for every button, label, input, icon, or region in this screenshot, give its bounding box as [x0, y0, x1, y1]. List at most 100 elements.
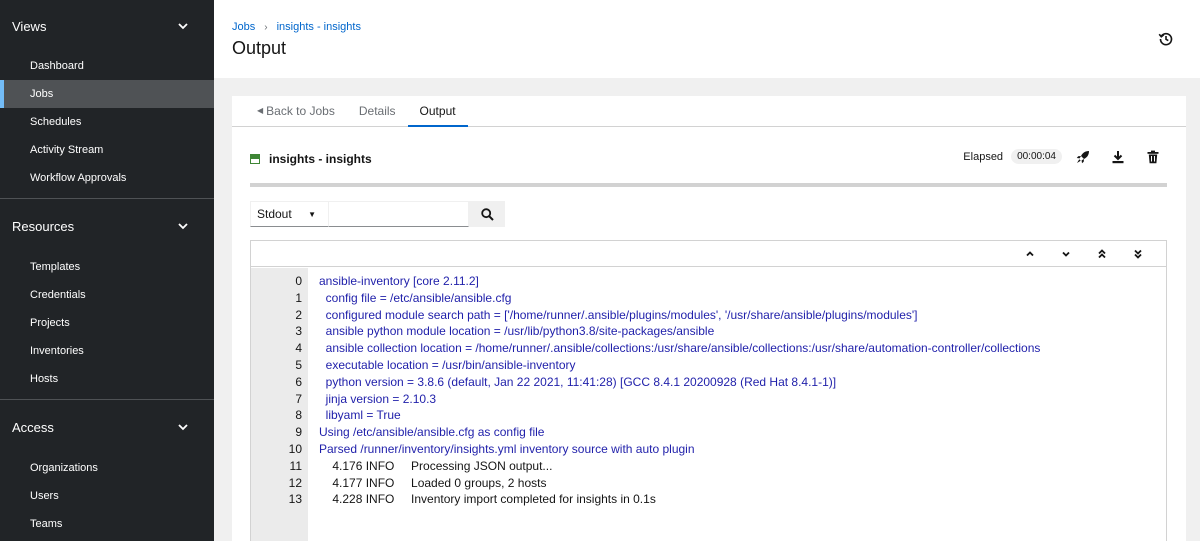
search-icon: [480, 207, 494, 221]
line-number: 0: [295, 274, 302, 288]
line-number: 6: [295, 374, 302, 389]
output-panel: 0 1 2 3 4 5 6 7 8 9 10 11 12 13 ansible-inventory [co…: [250, 240, 1167, 541]
caret-down-icon: ▼: [308, 209, 316, 219]
nav-group-title: Access: [12, 419, 54, 435]
scroll-first-icon: [1098, 248, 1106, 258]
line-number: 8: [295, 408, 302, 423]
line-number-gutter: 0 1 2 3 4 5 6 7 8 9 10 11 12 13: [251, 268, 308, 541]
sidebar-item-activity-stream[interactable]: Activity Stream: [0, 136, 214, 164]
tab-back-to-jobs[interactable]: ◀ Back to Jobs: [245, 95, 347, 126]
sidebar-item-credentials[interactable]: Credentials: [0, 281, 214, 309]
sidebar-item-schedules[interactable]: Schedules: [0, 108, 214, 136]
breadcrumb-jobs-link[interactable]: Jobs: [232, 21, 255, 33]
tab-label: Back to Jobs: [266, 103, 335, 118]
output-line: config file = /etc/ansible/ansible.cfg: [319, 290, 512, 305]
breadcrumb-job-link[interactable]: insights - insights: [277, 21, 361, 33]
tab-output[interactable]: Output: [407, 95, 468, 127]
line-number: 10: [288, 441, 302, 456]
output-line: 4.228 INFO Inventory import completed fo…: [319, 492, 656, 507]
output-line: 4.177 INFO Loaded 0 groups, 2 hosts: [319, 475, 547, 490]
line-number: 9: [295, 425, 302, 440]
status-success-icon: [250, 154, 260, 164]
page-header: Jobs › insights - insights Output: [214, 0, 1200, 78]
tab-bar: ◀ Back to Jobs Details Output: [232, 96, 1186, 127]
output-line: jinja version = 2.10.3: [319, 391, 437, 406]
scroll-first-button[interactable]: [1084, 241, 1120, 267]
nav-group-title: Views: [12, 18, 47, 34]
caret-left-icon: ◀: [257, 106, 264, 115]
sidebar-item-inventories[interactable]: Inventories: [0, 337, 214, 365]
stream-select-value: Stdout: [257, 207, 292, 221]
page-title: Output: [232, 38, 287, 58]
breadcrumb: Jobs › insights - insights: [232, 21, 361, 33]
line-number: 13: [288, 492, 302, 507]
elapsed-label: Elapsed: [963, 150, 1004, 163]
progress-divider: [250, 183, 1167, 187]
stream-select[interactable]: Stdout ▼: [250, 201, 329, 227]
chevron-down-icon: [178, 223, 188, 230]
nav-group-resources: Resources Templates Credentials Projects…: [0, 199, 214, 400]
nav-group-views: Views Dashboard Jobs Schedules Activity …: [0, 0, 214, 199]
output-line: Using /etc/ansible/ansible.cfg as config…: [319, 425, 545, 440]
sidebar-item-templates[interactable]: Templates: [0, 253, 214, 281]
line-number: 5: [295, 357, 302, 372]
search-button[interactable]: [469, 201, 505, 227]
scroll-up-button[interactable]: [1012, 241, 1048, 267]
output-lines: ansible-inventory [core 2.11.2] config f…: [308, 268, 1040, 541]
output-line: ansible python module location = /usr/li…: [319, 324, 715, 339]
sidebar-item-workflow-approvals[interactable]: Workflow Approvals: [0, 164, 214, 192]
chevron-down-icon: [178, 23, 188, 30]
line-number: 11: [289, 458, 302, 473]
sidebar-item-dashboard[interactable]: Dashboard: [0, 52, 214, 80]
nav-group-header-views[interactable]: Views: [0, 0, 214, 52]
output-line: executable location = /usr/bin/ansible-i…: [319, 357, 576, 372]
scroll-last-button[interactable]: [1120, 241, 1156, 267]
output-toolbar: [251, 241, 1166, 267]
scroll-last-icon: [1134, 249, 1142, 259]
output-line: ansible-inventory [core 2.11.2]: [319, 274, 479, 288]
line-number: 1: [295, 290, 302, 305]
output-line: 4.176 INFO Processing JSON output...: [319, 458, 553, 473]
nav-group-access: Access Organizations Users Teams: [0, 400, 214, 541]
breadcrumb-separator-icon: ›: [264, 21, 268, 33]
sidebar-item-organizations[interactable]: Organizations: [0, 454, 214, 482]
nav-group-header-resources[interactable]: Resources: [0, 199, 214, 253]
scroll-down-icon: [1062, 251, 1070, 257]
job-output-card: ◀ Back to Jobs Details Output insights -…: [232, 96, 1186, 541]
job-name: insights - insights: [269, 152, 372, 166]
nav-group-header-access[interactable]: Access: [0, 400, 214, 454]
tab-label: Output: [419, 103, 456, 118]
output-line: Parsed /runner/inventory/insights.yml in…: [319, 441, 695, 456]
trash-icon[interactable]: [1146, 150, 1160, 164]
search-row: Stdout ▼: [250, 201, 505, 227]
sidebar-item-projects[interactable]: Projects: [0, 309, 214, 337]
line-number: 7: [295, 391, 302, 406]
job-actions: Elapsed 00:00:04: [963, 149, 1160, 164]
rocket-icon[interactable]: [1076, 150, 1090, 164]
search-input[interactable]: [329, 201, 469, 227]
line-number: 12: [288, 475, 302, 490]
sidebar-item-users[interactable]: Users: [0, 482, 214, 510]
job-header: insights - insights: [250, 152, 372, 166]
history-icon[interactable]: [1158, 31, 1174, 47]
output-line: libyaml = True: [319, 408, 401, 423]
output-body: 0 1 2 3 4 5 6 7 8 9 10 11 12 13 ansible-inventory [co…: [251, 268, 1166, 541]
nav-group-title: Resources: [12, 218, 75, 234]
download-icon[interactable]: [1111, 150, 1125, 164]
scroll-up-icon: [1026, 250, 1034, 256]
output-line: python version = 3.8.6 (default, Jan 22 …: [319, 374, 837, 389]
sidebar-item-teams[interactable]: Teams: [0, 510, 214, 538]
line-number: 3: [295, 324, 302, 339]
sidebar: Views Dashboard Jobs Schedules Activity …: [0, 0, 214, 541]
output-line: ansible collection location = /home/runn…: [319, 341, 1041, 356]
output-line: configured module search path = ['/home/…: [319, 307, 918, 322]
sidebar-item-hosts[interactable]: Hosts: [0, 365, 214, 393]
tab-details[interactable]: Details: [347, 95, 408, 126]
line-number: 4: [295, 341, 302, 356]
elapsed-badge: 00:00:04: [1011, 149, 1062, 164]
scroll-down-button[interactable]: [1048, 241, 1084, 267]
sidebar-item-jobs[interactable]: Jobs: [0, 80, 214, 108]
line-number: 2: [295, 307, 302, 322]
chevron-down-icon: [178, 424, 188, 431]
tab-label: Details: [358, 103, 396, 118]
